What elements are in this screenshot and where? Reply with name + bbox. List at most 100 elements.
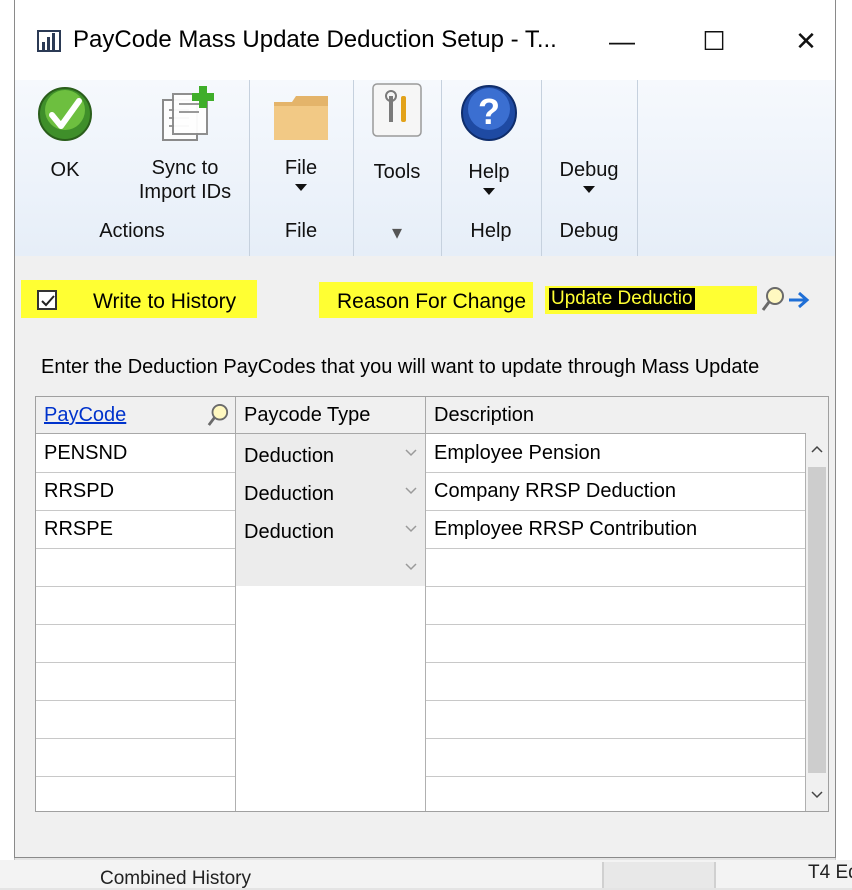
cell-description[interactable]: Company RRSP Deduction <box>426 472 806 510</box>
paycode-header-link[interactable]: PayCode <box>44 404 126 426</box>
chevron-down-icon[interactable] <box>405 525 417 533</box>
group-caption-actions: Actions <box>99 220 165 242</box>
cell-paycode-type[interactable] <box>236 700 426 738</box>
chevron-down-icon <box>483 188 495 195</box>
lookup-icon[interactable] <box>207 403 229 427</box>
close-button[interactable]: ✕ <box>771 14 841 68</box>
write-to-history-checkbox[interactable] <box>37 290 57 310</box>
header-paycode[interactable]: PayCode <box>36 397 236 433</box>
help-button[interactable]: ? Help <box>457 84 521 195</box>
chevron-down-icon[interactable] <box>405 563 417 571</box>
chevron-down-icon[interactable] <box>811 791 823 799</box>
scrollbar-thumb[interactable] <box>808 467 826 773</box>
cell-paycode[interactable]: RRSPE <box>36 510 236 548</box>
cell-paycode[interactable] <box>36 738 236 776</box>
cell-description[interactable] <box>426 624 806 662</box>
ribbon-group-help: ? Help Help <box>441 80 542 256</box>
file-button[interactable]: File <box>269 94 333 191</box>
ribbon-group-tools: Tools ▾ <box>353 80 442 256</box>
chevron-down-icon <box>295 184 307 191</box>
table-row[interactable] <box>36 548 806 587</box>
table-row[interactable]: RRSPE Deduction Employee RRSP Contributi… <box>36 510 806 549</box>
cell-description[interactable] <box>426 662 806 700</box>
cell-description[interactable] <box>426 776 806 811</box>
cell-paycode-type[interactable]: Deduction <box>236 434 426 472</box>
cell-paycode[interactable] <box>36 586 236 624</box>
ribbon-group-actions: OK Sync to Import IDs Actions <box>15 80 250 256</box>
cell-description[interactable] <box>426 738 806 776</box>
background-panel-right <box>835 0 852 888</box>
reason-for-change-label: Reason For Change <box>337 290 527 313</box>
vertical-scrollbar[interactable] <box>806 433 828 811</box>
cell-description[interactable]: Employee Pension <box>426 434 806 472</box>
window-title: PayCode Mass Update Deduction Setup - T.… <box>73 26 557 53</box>
cell-description[interactable]: Employee RRSP Contribution <box>426 510 806 548</box>
paycode-type-value: Deduction <box>244 483 335 505</box>
table-row[interactable] <box>36 624 806 663</box>
cell-paycode[interactable] <box>36 548 236 586</box>
lookup-icon[interactable] <box>761 286 785 312</box>
cell-paycode[interactable] <box>36 776 236 811</box>
ok-label: OK <box>50 159 80 181</box>
cell-paycode[interactable] <box>36 624 236 662</box>
tools-label: Tools <box>373 161 421 183</box>
table-row[interactable] <box>36 586 806 625</box>
paycode-grid: PayCode Paycode Type Description PENSND … <box>35 396 829 812</box>
header-paycode-type: Paycode Type <box>236 397 426 433</box>
reason-for-change-input[interactable]: Update Deductio <box>545 286 757 314</box>
cell-paycode-type[interactable] <box>236 624 426 662</box>
chevron-down-icon[interactable] <box>405 487 417 495</box>
title-bar[interactable]: PayCode Mass Update Deduction Setup - T.… <box>15 0 835 80</box>
paycode-type-value: Deduction <box>244 521 335 543</box>
cell-paycode[interactable] <box>36 700 236 738</box>
arrow-right-icon[interactable] <box>787 290 811 310</box>
ribbon-group-file: File File <box>249 80 354 256</box>
chevron-up-icon[interactable] <box>811 445 823 453</box>
table-row[interactable] <box>36 776 806 811</box>
checkmark-icon <box>41 295 55 307</box>
ribbon: OK Sync to Import IDs Actions File File … <box>15 80 835 257</box>
sync-label-line1: Sync to <box>151 157 219 179</box>
write-to-history-label: Write to History <box>93 290 237 313</box>
cell-paycode-type[interactable] <box>236 586 426 624</box>
help-icon: ? <box>461 85 517 141</box>
sync-add-icon <box>162 86 214 141</box>
ok-button[interactable]: OK <box>35 86 95 182</box>
table-row[interactable]: RRSPD Deduction Company RRSP Deduction <box>36 472 806 511</box>
cell-description[interactable] <box>426 700 806 738</box>
reason-for-change-value: Update Deductio <box>549 288 695 310</box>
background-panel-left <box>0 0 15 888</box>
cell-description[interactable] <box>426 586 806 624</box>
help-label: Help <box>468 161 510 183</box>
cell-paycode[interactable] <box>36 662 236 700</box>
minimize-button[interactable]: — <box>587 14 657 68</box>
tools-icon <box>372 83 422 137</box>
chevron-down-icon <box>583 186 595 193</box>
chevron-down-icon[interactable] <box>405 449 417 457</box>
cell-paycode-type[interactable] <box>236 738 426 776</box>
table-row[interactable] <box>36 700 806 739</box>
svg-text:?: ? <box>478 91 500 132</box>
cell-paycode[interactable]: RRSPD <box>36 472 236 510</box>
tools-button[interactable]: Tools <box>365 82 429 184</box>
cell-paycode-type[interactable] <box>236 776 426 811</box>
cell-paycode-type[interactable] <box>236 548 426 586</box>
ribbon-group-debug: Debug Debug <box>541 80 638 256</box>
table-row[interactable] <box>36 738 806 777</box>
cell-paycode-type[interactable]: Deduction <box>236 472 426 510</box>
grid-header: PayCode Paycode Type Description <box>36 397 828 434</box>
cell-paycode[interactable]: PENSND <box>36 434 236 472</box>
cell-description[interactable] <box>426 548 806 586</box>
sync-to-import-ids-button[interactable]: Sync to Import IDs <box>125 86 245 204</box>
file-label: File <box>284 157 318 179</box>
cell-paycode-type[interactable]: Deduction <box>236 510 426 548</box>
table-row[interactable]: PENSND Deduction Employee Pension <box>36 434 806 473</box>
cell-paycode-type[interactable] <box>236 662 426 700</box>
ok-check-icon <box>38 87 92 141</box>
paycode-mass-update-window: PayCode Mass Update Deduction Setup - T.… <box>14 0 836 858</box>
maximize-button[interactable]: ☐ <box>679 14 749 68</box>
group-caption-debug: Debug <box>559 220 619 242</box>
tools-caption-arrow[interactable]: ▾ <box>353 220 441 245</box>
table-row[interactable] <box>36 662 806 701</box>
debug-button[interactable]: Debug <box>549 158 629 193</box>
